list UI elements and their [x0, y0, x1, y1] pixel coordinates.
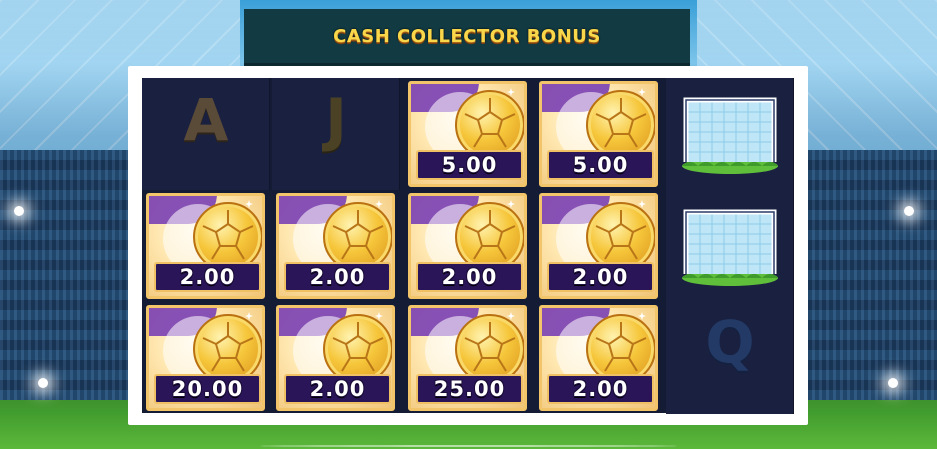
pitch-line [260, 445, 677, 447]
coin-value-box: 2.00 [416, 262, 523, 292]
reel-cell-r1c4: 5.00 [535, 78, 663, 190]
stadium-light [38, 378, 48, 388]
reel-cell-r3c4: 2.00 [535, 302, 663, 414]
coin-value-box: 2.00 [547, 262, 654, 292]
reel-cell-r1c5 [666, 78, 794, 190]
bonus-title-banner: CASH COLLECTOR BONUS [244, 9, 690, 65]
coin-value: 2.00 [572, 377, 629, 401]
stadium-light [14, 206, 24, 216]
coin-tile: 2.00 [146, 193, 265, 299]
coin-tile: 2.00 [539, 305, 658, 411]
coin-tile: 2.00 [276, 305, 395, 411]
coin-value: 2.00 [441, 265, 498, 289]
coin-value: 20.00 [171, 377, 244, 401]
letter-symbol-j: J [325, 86, 347, 154]
coin-value-box: 5.00 [416, 150, 523, 180]
reel-cell-r2c4: 2.00 [535, 190, 663, 302]
coin-value: 2.00 [309, 265, 366, 289]
coin-value-box: 2.00 [547, 374, 654, 404]
stadium-light [904, 206, 914, 216]
letter-symbol-a: A [183, 86, 229, 154]
reel-cell-r1c1: A [142, 78, 270, 190]
letter-symbol-q: Q [705, 308, 755, 376]
coin-value-box: 5.00 [547, 150, 654, 180]
bonus-title: CASH COLLECTOR BONUS [333, 25, 601, 47]
coin-value-box: 20.00 [154, 374, 261, 404]
coin-tile: 5.00 [408, 81, 527, 187]
coin-value-box: 25.00 [416, 374, 523, 404]
reel-cell-r2c3: 2.00 [404, 190, 532, 302]
goal-icon [682, 97, 778, 174]
stadium-light [888, 378, 898, 388]
reel-cell-r1c3: 5.00 [404, 78, 532, 190]
reel-grid: A J 5.00 5.00 2.00 2.00 2.00 2.00 20.00 … [142, 78, 794, 414]
coin-tile: 2.00 [408, 193, 527, 299]
coin-value: 2.00 [309, 377, 366, 401]
reel-cell-r3c2: 2.00 [272, 302, 400, 414]
reel-cell-r1c2: J [272, 78, 400, 190]
reel-cell-r3c3: 25.00 [404, 302, 532, 414]
coin-tile: 20.00 [146, 305, 265, 411]
coin-tile: 25.00 [408, 305, 527, 411]
coin-value-box: 2.00 [284, 262, 391, 292]
coin-value: 2.00 [572, 265, 629, 289]
reel-cell-r3c5: Q [666, 302, 794, 414]
coin-tile: 2.00 [539, 193, 658, 299]
coin-value-box: 2.00 [284, 374, 391, 404]
coin-value: 25.00 [433, 377, 506, 401]
reel-cell-r3c1: 20.00 [142, 302, 270, 414]
coin-value: 2.00 [179, 265, 236, 289]
reel-cell-r2c1: 2.00 [142, 190, 270, 302]
reel-cell-r2c5 [666, 190, 794, 302]
coin-value: 5.00 [572, 153, 629, 177]
coin-tile: 2.00 [276, 193, 395, 299]
reel-cell-r2c2: 2.00 [272, 190, 400, 302]
coin-value: 5.00 [441, 153, 498, 177]
goal-icon [682, 209, 778, 286]
coin-tile: 5.00 [539, 81, 658, 187]
coin-value-box: 2.00 [154, 262, 261, 292]
